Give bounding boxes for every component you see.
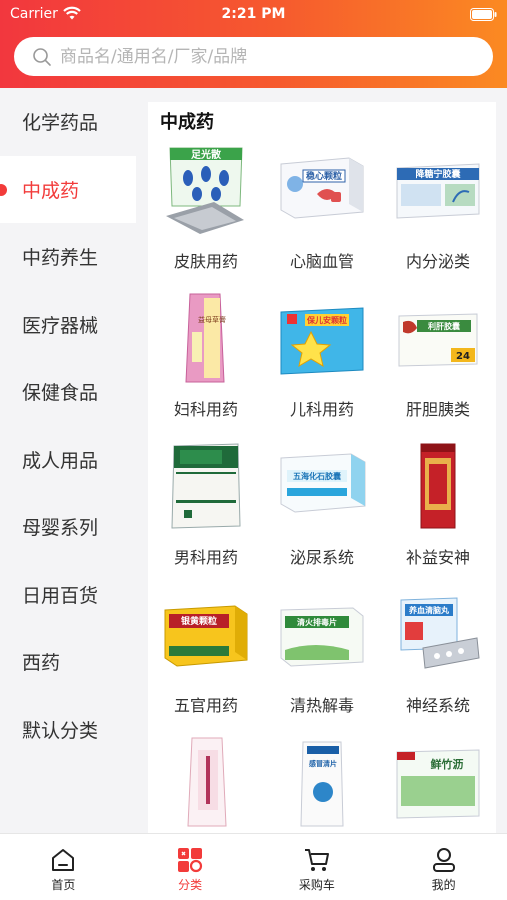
product-star-box-icon: 保儿安颗粒 bbox=[280, 307, 364, 375]
bottom-tab-bar: 首页 分类 采购车 我的 bbox=[0, 833, 507, 900]
sidebar-item-label: 医疗器械 bbox=[22, 314, 99, 337]
sidebar-item-label: 成人用品 bbox=[22, 449, 99, 472]
grid-item-label: 神经系统 bbox=[405, 696, 470, 715]
tab-home[interactable]: 首页 bbox=[0, 834, 127, 900]
product-tall-box-icon: 益母草膏 bbox=[185, 293, 226, 383]
active-indicator-dot bbox=[0, 183, 7, 196]
product-blister-pack-icon: 养血清脑丸 bbox=[400, 597, 480, 669]
product-green-white-box-icon: 清火排毒片 bbox=[280, 607, 364, 667]
grid-item-endocrine[interactable]: 降糖宁胶囊 内分泌类 bbox=[380, 144, 496, 292]
battery-icon bbox=[470, 8, 497, 21]
sidebar-item-label: 中成药 bbox=[22, 179, 80, 202]
cart-icon bbox=[304, 849, 329, 871]
sidebar-item-label: 中药养生 bbox=[22, 247, 99, 270]
svg-text:利肝胶囊: 利肝胶囊 bbox=[427, 321, 461, 331]
tab-label: 首页 bbox=[51, 878, 76, 892]
tab-label: 采购车 bbox=[298, 878, 335, 892]
grid-item-liver[interactable]: 利肝胶囊 24 肝胆胰类 bbox=[380, 292, 496, 440]
product-green-box-icon bbox=[171, 443, 241, 529]
svg-text:足光散: 足光散 bbox=[191, 148, 222, 161]
product-heart-granule-icon: 稳心颗粒 bbox=[280, 157, 364, 219]
profile-icon bbox=[432, 848, 455, 872]
sidebar-item-daily-goods[interactable]: 日用百货 bbox=[0, 561, 136, 629]
sidebar-item-label: 西药 bbox=[22, 652, 61, 675]
grid-item-row5-a[interactable] bbox=[148, 736, 264, 833]
product-capsule-box-icon: 降糖宁胶囊 bbox=[396, 163, 480, 219]
sidebar-item-medical-devices[interactable]: 医疗器械 bbox=[0, 291, 136, 359]
svg-text:感冒清片: 感冒清片 bbox=[309, 759, 337, 768]
section-title: 中成药 bbox=[160, 112, 214, 133]
grid-item-gynecology[interactable]: 益母草膏 妇科用药 bbox=[148, 292, 264, 440]
svg-text:养血清脑丸: 养血清脑丸 bbox=[408, 605, 450, 615]
product-bamboo-box-icon: 鲜竹沥 bbox=[396, 749, 480, 819]
grid-item-row5-b[interactable]: 感冒清片 bbox=[264, 736, 380, 833]
grid-item-skin[interactable]: 足光散 皮肤用药 bbox=[148, 144, 264, 292]
sidebar-item-chinese-patent-medicine[interactable]: 中成药 bbox=[0, 155, 136, 223]
header: Carrier 2:21 PM bbox=[0, 0, 507, 88]
grid-item-detox[interactable]: 清火排毒片 清热解毒 bbox=[264, 588, 380, 736]
search-icon bbox=[33, 48, 51, 66]
grid-item-pediatrics[interactable]: 保儿安颗粒 儿科用药 bbox=[264, 292, 380, 440]
tab-cart[interactable]: 采购车 bbox=[254, 834, 381, 900]
subcategory-panel: 中成药 足光散 皮肤用药 稳心颗粒 心脑血管 降糖宁胶囊 内分泌类 益母草膏 妇… bbox=[148, 102, 496, 833]
sidebar-item-health-foods[interactable]: 保健食品 bbox=[0, 358, 136, 426]
grid-item-label: 五官用药 bbox=[173, 696, 238, 715]
sidebar-item-adult-products[interactable]: 成人用品 bbox=[0, 426, 136, 494]
sidebar-item-herbal-wellness[interactable]: 中药养生 bbox=[0, 223, 136, 291]
category-icon bbox=[178, 848, 203, 873]
grid-item-cardio[interactable]: 稳心颗粒 心脑血管 bbox=[264, 144, 380, 292]
product-pink-tall-box-icon bbox=[187, 737, 227, 827]
svg-text:24: 24 bbox=[456, 351, 470, 362]
tab-category[interactable]: 分类 bbox=[127, 834, 254, 900]
svg-text:鲜竹沥: 鲜竹沥 bbox=[431, 757, 464, 771]
grid-item-ent[interactable]: 银黄颗粒 五官用药 bbox=[148, 588, 264, 736]
status-time: 2:21 PM bbox=[221, 6, 286, 22]
grid-item-tonic[interactable]: 补益安神 bbox=[380, 440, 496, 588]
grid-item-label: 儿科用药 bbox=[289, 400, 354, 419]
grid-item-row5-c[interactable]: 鲜竹沥 bbox=[380, 736, 496, 833]
product-blue-box-icon: 五海化石胶囊 bbox=[280, 453, 366, 513]
sidebar-item-label: 保健食品 bbox=[22, 382, 99, 405]
svg-text:五海化石胶囊: 五海化石胶囊 bbox=[293, 471, 342, 481]
svg-text:清火排毒片: 清火排毒片 bbox=[297, 617, 337, 627]
svg-text:降糖宁胶囊: 降糖宁胶囊 bbox=[415, 168, 461, 180]
svg-text:银黄颗粒: 银黄颗粒 bbox=[181, 615, 217, 627]
grid-item-label: 肝胆胰类 bbox=[405, 400, 470, 419]
product-foot-powder-icon: 足光散 bbox=[166, 147, 244, 234]
sidebar-item-label: 化学药品 bbox=[22, 112, 99, 135]
svg-text:稳心颗粒: 稳心颗粒 bbox=[306, 170, 342, 182]
status-bar: Carrier 2:21 PM bbox=[0, 0, 507, 30]
product-red-bottle-icon bbox=[420, 443, 456, 529]
svg-text:保儿安颗粒: 保儿安颗粒 bbox=[306, 315, 347, 325]
home-icon bbox=[52, 849, 75, 871]
grid-item-neuro[interactable]: 养血清脑丸 神经系统 bbox=[380, 588, 496, 736]
grid-item-label: 清热解毒 bbox=[289, 696, 354, 715]
grid-item-label: 心脑血管 bbox=[289, 252, 354, 271]
tab-label: 我的 bbox=[431, 878, 456, 892]
sidebar-item-western-medicine[interactable]: 西药 bbox=[0, 628, 136, 696]
sidebar-item-label: 母婴系列 bbox=[22, 517, 99, 540]
grid-item-label: 妇科用药 bbox=[173, 400, 238, 419]
sidebar-item-maternal-baby[interactable]: 母婴系列 bbox=[0, 493, 136, 561]
svg-text:益母草膏: 益母草膏 bbox=[198, 315, 226, 324]
grid-item-andrology[interactable]: 男科用药 bbox=[148, 440, 264, 588]
search-input[interactable] bbox=[60, 37, 480, 76]
sidebar-item-chemical-drugs[interactable]: 化学药品 bbox=[0, 88, 136, 156]
tab-profile[interactable]: 我的 bbox=[380, 834, 507, 900]
search-bar[interactable] bbox=[14, 37, 493, 76]
grid-item-label: 补益安神 bbox=[405, 548, 470, 567]
sidebar-item-label: 日用百货 bbox=[22, 584, 99, 607]
grid-item-urology[interactable]: 五海化石胶囊 泌尿系统 bbox=[264, 440, 380, 588]
sidebar-item-label: 默认分类 bbox=[22, 719, 99, 742]
tab-label: 分类 bbox=[178, 878, 203, 892]
grid-item-label: 皮肤用药 bbox=[173, 252, 238, 271]
grid-item-label: 内分泌类 bbox=[405, 252, 470, 271]
sidebar-item-default[interactable]: 默认分类 bbox=[0, 696, 136, 764]
category-sidebar: 化学药品 中成药 中药养生 医疗器械 保健食品 成人用品 母婴系列 日用百货 西… bbox=[0, 88, 136, 833]
product-yellow-box-icon: 银黄颗粒 bbox=[164, 605, 248, 667]
product-liver-box-icon: 利肝胶囊 24 bbox=[398, 313, 478, 367]
grid-item-label: 泌尿系统 bbox=[289, 548, 354, 567]
product-blue-bottle-icon: 感冒清片 bbox=[300, 741, 344, 827]
grid-item-label: 男科用药 bbox=[173, 548, 238, 567]
